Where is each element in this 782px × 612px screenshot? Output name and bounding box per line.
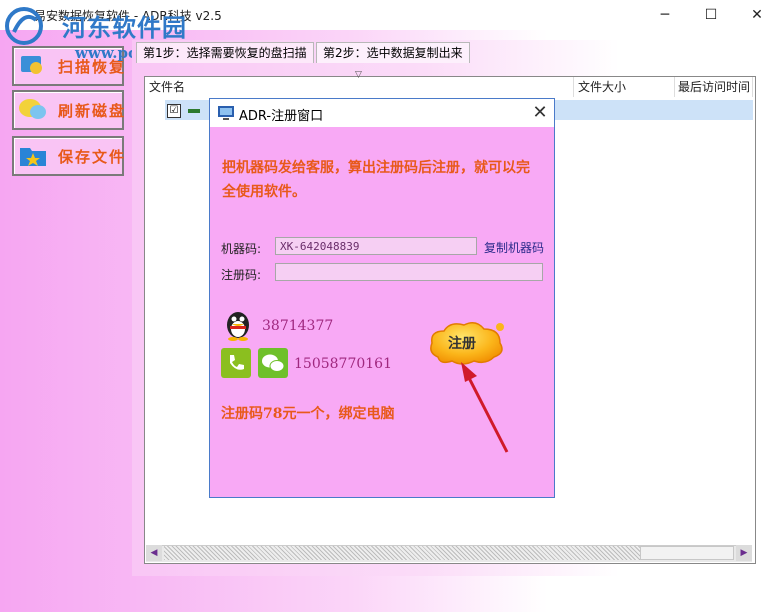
refresh-disk-icon — [19, 99, 46, 119]
registration-message: 把机器码发给客服，算出注册码后注册，就可以完全使用软件。 — [222, 160, 530, 200]
phone-icon — [221, 348, 251, 378]
qq-number: 38714377 — [262, 318, 334, 334]
phone-number: 15058770161 — [294, 356, 392, 372]
dialog-close-button[interactable]: ✕ — [528, 101, 552, 125]
minimize-button[interactable]: ─ — [642, 0, 688, 30]
refresh-disk-button[interactable]: 刷新磁盘 — [12, 90, 124, 130]
save-file-button[interactable]: 保存文件 — [12, 136, 124, 176]
register-code-field[interactable] — [275, 263, 543, 281]
app-icon — [218, 106, 234, 120]
price-note: 注册码78元一个，绑定电脑 — [221, 406, 395, 422]
scroll-right-button[interactable]: ▶ — [736, 545, 752, 561]
dialog-title: ADR-注册窗口 — [239, 109, 324, 124]
sort-arrow-icon: ▽ — [355, 70, 362, 80]
wechat-icon — [258, 348, 288, 378]
tab-step1[interactable]: 第1步：选择需要恢复的盘扫描 — [136, 42, 314, 63]
machine-code-label: 机器码: — [221, 242, 262, 256]
column-header-filename[interactable]: 文件名 — [145, 77, 574, 97]
close-button[interactable]: ✕ — [734, 0, 780, 30]
row-checkbox[interactable]: ☑ — [167, 104, 181, 118]
column-header-last-access[interactable]: 最后访问时间 — [674, 77, 753, 97]
register-code-label: 注册码: — [221, 268, 262, 282]
refresh-disk-label: 刷新磁盘 — [58, 102, 127, 120]
qq-penguin-icon — [227, 312, 249, 341]
scrollbar-thumb[interactable] — [640, 546, 734, 560]
scroll-left-button[interactable]: ◀ — [146, 545, 162, 561]
watermark-logo-icon — [5, 7, 43, 45]
maximize-button[interactable]: ☐ — [688, 0, 734, 30]
tab-step2[interactable]: 第2步：选中数据复制出来 — [316, 42, 470, 63]
watermark-text: 河东软件园 — [62, 13, 187, 42]
copy-machine-code-button[interactable]: 复制机器码 — [484, 239, 544, 256]
scrollbar-track[interactable] — [164, 546, 640, 560]
drive-icon — [188, 109, 200, 113]
arrow-indicator-icon — [461, 362, 509, 453]
save-file-icon — [20, 148, 46, 166]
save-file-label: 保存文件 — [58, 148, 127, 166]
scan-icon — [21, 56, 42, 74]
column-header-filesize[interactable]: 文件大小 — [574, 77, 675, 97]
register-button-label[interactable]: 注册 — [448, 333, 476, 353]
machine-code-field[interactable] — [275, 237, 477, 255]
